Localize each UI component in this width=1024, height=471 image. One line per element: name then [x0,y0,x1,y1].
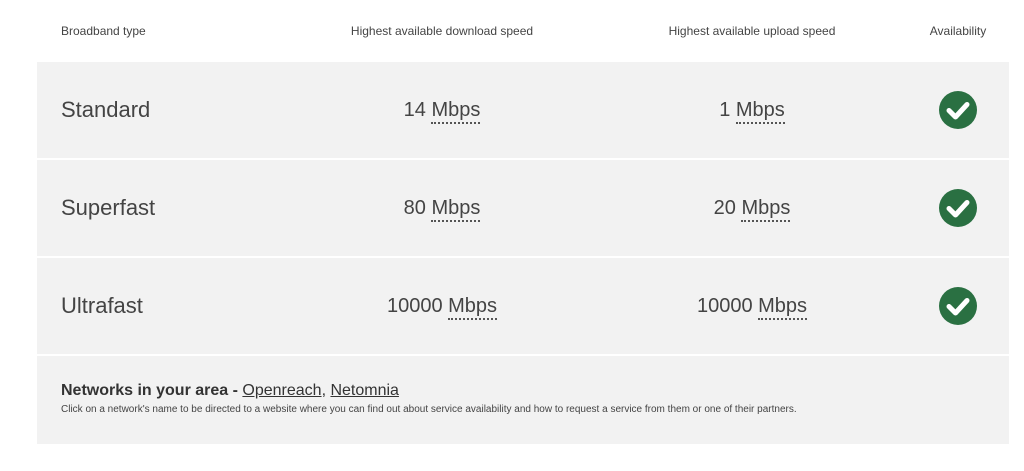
upload-value: 20 [713,196,736,219]
upload-value: 1 [719,98,731,121]
download-value: 14 [403,98,426,121]
upload-value: 10000 [696,294,753,317]
header-upload-speed: Highest available upload speed [668,24,836,38]
availability-cell [907,91,1009,129]
header-download-speed: Highest available download speed [350,24,534,38]
networks-heading: Networks in your area - Openreach, Netom… [61,382,985,400]
table-row-standard: Standard 14 Mbps 1 Mbps [37,62,1009,158]
table-row-ultrafast: Ultrafast 10000 Mbps 10000 Mbps [37,258,1009,354]
networks-note: Click on a network's name to be directed… [61,404,797,415]
upload-speed: 20 Mbps [597,196,907,222]
table-row-superfast: Superfast 80 Mbps 20 Mbps [37,160,1009,256]
unit-abbr: Mbps [735,98,785,124]
networks-title: Networks in your area - [61,382,238,399]
broadband-table: Broadband type Highest available downloa… [37,0,1009,444]
upload-speed: 1 Mbps [597,98,907,124]
download-value: 10000 [386,294,443,317]
networks-panel: Networks in your area - Openreach, Netom… [37,356,1009,444]
download-speed: 10000 Mbps [287,294,597,320]
availability-cell [907,189,1009,227]
network-link-netomnia[interactable]: Netomnia [330,382,398,399]
download-value: 80 [403,196,426,219]
check-circle-icon [939,91,977,129]
unit-abbr: Mbps [758,294,808,320]
unit-abbr: Mbps [448,294,498,320]
header-availability: Availability [929,24,987,38]
upload-speed: 10000 Mbps [597,294,907,320]
broadband-type: Standard [61,97,151,122]
network-link-openreach[interactable]: Openreach [242,382,321,399]
check-circle-icon [939,287,977,325]
broadband-type: Ultrafast [61,293,143,318]
availability-cell [907,287,1009,325]
broadband-type: Superfast [61,195,156,220]
unit-abbr: Mbps [431,98,481,124]
unit-abbr: Mbps [741,196,791,222]
download-speed: 80 Mbps [287,196,597,222]
check-circle-icon [939,189,977,227]
download-speed: 14 Mbps [287,98,597,124]
table-header: Broadband type Highest available downloa… [37,0,1009,62]
header-broadband-type: Broadband type [61,24,146,38]
unit-abbr: Mbps [431,196,481,222]
